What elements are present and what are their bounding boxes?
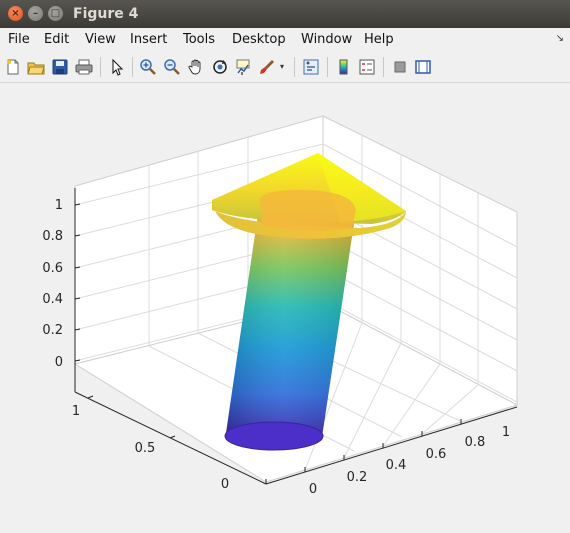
- minimize-window-button[interactable]: –: [28, 6, 43, 21]
- toolbar-separator: [100, 57, 101, 77]
- rotate-3d-icon[interactable]: [211, 58, 229, 76]
- arrow-shaft-top: [260, 190, 356, 231]
- maximize-window-button[interactable]: □: [48, 6, 63, 21]
- save-icon[interactable]: [51, 58, 69, 76]
- toolbar-separator: [294, 57, 295, 77]
- pointer-icon[interactable]: [108, 58, 126, 76]
- title-bar: × – □ Figure 4: [0, 0, 570, 28]
- print-icon[interactable]: [75, 58, 93, 76]
- x-tick-label: 0.6: [426, 447, 447, 462]
- y-tick-label: 1: [72, 404, 80, 419]
- zoom-out-icon[interactable]: [163, 58, 181, 76]
- y-tick-label: 0: [221, 477, 229, 492]
- hide-plot-tools-icon[interactable]: [391, 58, 409, 76]
- open-file-icon[interactable]: [27, 58, 45, 76]
- legend-icon[interactable]: [358, 58, 376, 76]
- close-window-button[interactable]: ×: [8, 6, 23, 21]
- toolbar-separator: [132, 57, 133, 77]
- brush-icon[interactable]: [258, 58, 276, 76]
- menu-undock-icon[interactable]: ↘: [556, 33, 564, 44]
- figure-toolbar: ▾: [0, 52, 570, 83]
- toolbar-separator: [327, 57, 328, 77]
- menu-window[interactable]: Window: [301, 32, 352, 47]
- menu-view[interactable]: View: [85, 32, 116, 47]
- show-plot-tools-icon[interactable]: [414, 58, 432, 76]
- colorbar-icon[interactable]: [335, 58, 353, 76]
- link-plot-icon[interactable]: [302, 58, 320, 76]
- menu-tools[interactable]: Tools: [183, 32, 215, 47]
- menu-help[interactable]: Help: [364, 32, 394, 47]
- z-tick-label: 0.2: [42, 323, 63, 338]
- menu-insert[interactable]: Insert: [130, 32, 167, 47]
- brush-dropdown-icon[interactable]: ▾: [280, 58, 288, 76]
- z-tick-label: 1: [55, 198, 63, 213]
- x-tick-label: 0: [309, 482, 317, 497]
- z-tick-label: 0.4: [42, 292, 63, 307]
- data-cursor-icon[interactable]: [235, 58, 253, 76]
- x-tick-label: 0.2: [347, 470, 368, 485]
- x-tick-label: 0.4: [386, 458, 407, 473]
- menu-edit[interactable]: Edit: [44, 32, 69, 47]
- menu-file[interactable]: File: [8, 32, 30, 47]
- toolbar-separator: [383, 57, 384, 77]
- z-tick-label: 0: [55, 355, 63, 370]
- figure-window: × – □ Figure 4 File Edit View Insert Too…: [0, 0, 570, 533]
- y-tick-label: 0.5: [135, 441, 156, 456]
- pan-hand-icon[interactable]: [187, 58, 205, 76]
- z-tick-label: 0.6: [42, 261, 63, 276]
- z-tick-labels: 0 0.2 0.4 0.6 0.8 1: [42, 198, 63, 370]
- new-figure-icon[interactable]: [4, 58, 22, 76]
- x-tick-label: 1: [502, 425, 510, 440]
- window-title: Figure 4: [73, 6, 139, 22]
- menu-bar: File Edit View Insert Tools Desktop Wind…: [0, 28, 570, 52]
- z-tick-label: 0.8: [42, 229, 63, 244]
- axes-3d[interactable]: 0 0.2 0.4 0.6 0.8 1 0 0.5 1 0 0.2 0.4 0.…: [0, 82, 570, 533]
- menu-desktop[interactable]: Desktop: [232, 32, 286, 47]
- x-tick-label: 0.8: [465, 435, 486, 450]
- zoom-in-icon[interactable]: [139, 58, 157, 76]
